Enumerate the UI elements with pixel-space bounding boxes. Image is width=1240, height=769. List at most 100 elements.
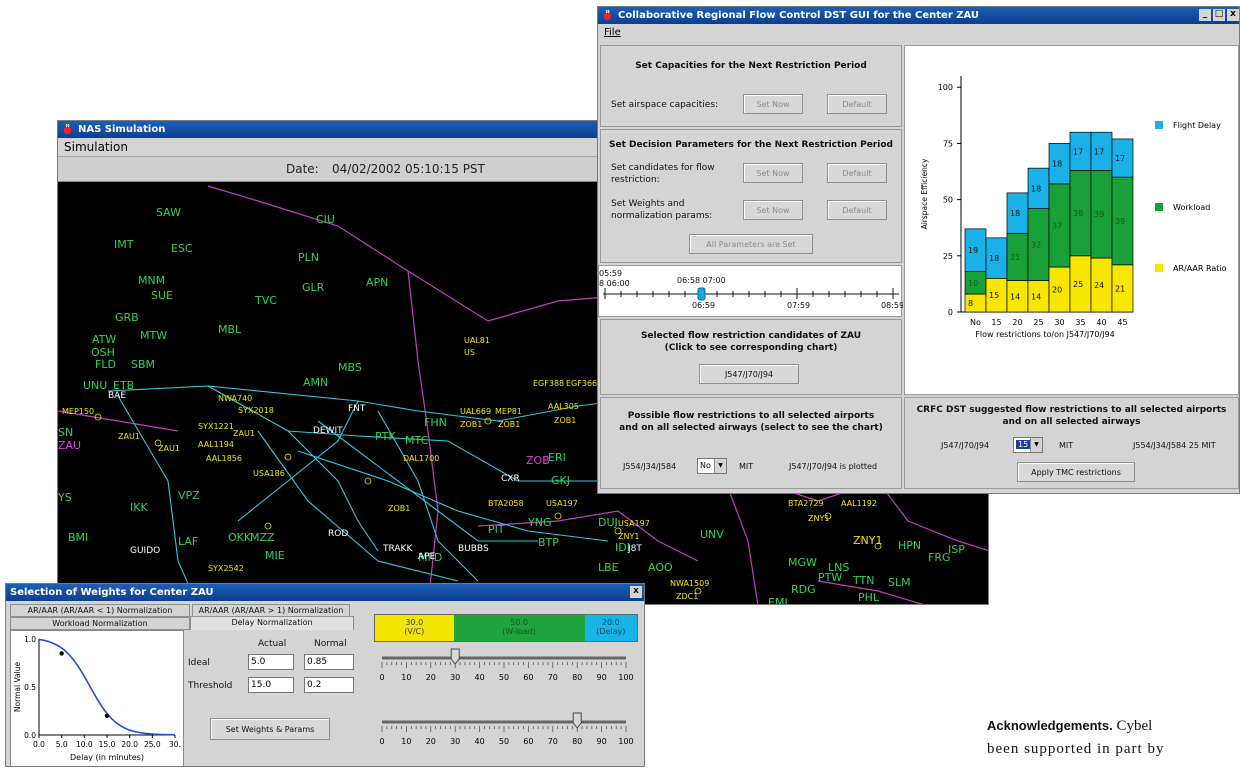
delay-normalization-curve[interactable]: 0.0 5.0 10.0 15.0 20.0 25.0 30. 1.0 0.5 0.0 Delay …	[11, 631, 183, 767]
svg-text:PHL: PHL	[858, 591, 880, 604]
svg-text:SYX1221: SYX1221	[198, 422, 234, 431]
slider-tick-label: 60	[523, 737, 533, 746]
slider-tick-label: 30	[450, 737, 460, 746]
slider-tick-label: 40	[475, 673, 485, 682]
curve-x-tick-label: 20.0	[121, 740, 138, 749]
minimize-button[interactable]: _	[1199, 9, 1211, 21]
tab-arar-lt1[interactable]: AR/AAR (AR/AAR < 1) Normalization	[10, 604, 190, 617]
close-icon[interactable]: x	[630, 586, 642, 598]
set-weights-button[interactable]: Set Weights & Params	[210, 718, 330, 740]
efficiency-bar-chart[interactable]: 0 25 50 75 100 8 10 19 No 15 18 15 14 21 18 20 14 32 18 25 2…	[905, 46, 1240, 396]
candidate-j547-button[interactable]: J547/J70/J94	[699, 364, 799, 384]
weight-delay-value: 20.0	[601, 618, 620, 627]
capacities-set-now-button[interactable]: Set Now	[743, 94, 803, 114]
slider-tick-label: 60	[523, 673, 533, 682]
close-button[interactable]: x	[1227, 9, 1239, 21]
dst-title-bar[interactable]: Collaborative Regional Flow Control DST …	[598, 7, 1239, 24]
legend-swatch-0	[1155, 121, 1163, 129]
weight-sliders[interactable]: 0 10 20 30 40 50 60 70 80 90 100 0 10 20 30 40 50 60 70 80 9…	[374, 646, 642, 764]
slider-tick-label: 20	[426, 673, 436, 682]
svg-text:NWA1509: NWA1509	[670, 579, 709, 588]
java-cup-icon	[64, 124, 71, 134]
slider-tick-label: 100	[618, 737, 633, 746]
weight-wload-label: (W-load)	[502, 627, 536, 636]
ideal-actual-input[interactable]: 5.0	[248, 654, 294, 670]
possible-mit-select[interactable]: No ▼	[697, 458, 727, 474]
dst-title: Collaborative Regional Flow Control DST …	[618, 10, 980, 21]
suggested-mit-select[interactable]: 15 ▼	[1013, 437, 1043, 453]
slider-tick-label: 70	[548, 737, 558, 746]
all-parameters-set-button[interactable]: All Parameters are Set	[689, 234, 813, 254]
svg-text:AMN: AMN	[303, 376, 328, 389]
normalization-curve-line	[38, 638, 175, 736]
svg-text:EGF366: EGF366	[566, 379, 597, 388]
tab-delay[interactable]: Delay Normalization	[190, 616, 354, 630]
y-tick-label-50: 50	[943, 196, 953, 205]
weights-title-bar[interactable]: Selection of Weights for Center ZAU x	[6, 584, 644, 601]
slider-tick-label: 10	[401, 737, 411, 746]
svg-text:YS: YS	[58, 491, 72, 504]
curve-x-label: Delay (in minutes)	[70, 753, 144, 762]
x-tick-label-30: 30	[1054, 318, 1064, 327]
svg-text:BMI: BMI	[68, 531, 88, 544]
svg-text:AAL1192: AAL1192	[841, 499, 877, 508]
slider-tick-label: 80	[572, 673, 582, 682]
curve-y-tick-label: 1.0	[24, 635, 36, 644]
ideal-normal-input[interactable]: 0.85	[304, 654, 354, 670]
weights-default-button[interactable]: Default	[827, 200, 887, 220]
timeline-label-2: 06:58 07:00	[677, 276, 726, 285]
capacities-default-button[interactable]: Default	[827, 94, 887, 114]
svg-text:DAL1700: DAL1700	[403, 454, 439, 463]
weights-window: Selection of Weights for Center ZAU x AR…	[5, 583, 645, 767]
candidates-set-now-button[interactable]: Set Now	[743, 163, 803, 183]
svg-text:MGW: MGW	[788, 556, 817, 569]
svg-text:MEP150: MEP150	[62, 407, 94, 416]
bar-value-label: 24	[1094, 281, 1104, 290]
svg-text:IKK: IKK	[130, 501, 148, 514]
svg-text:BUBBS: BUBBS	[458, 544, 489, 554]
slider-tick-label: 0	[379, 737, 384, 746]
bar-value-label: 39	[1115, 217, 1125, 226]
svg-text:TTN: TTN	[852, 574, 874, 587]
bar-value-label: 14	[1031, 292, 1041, 301]
timeline-label-5: 08:59	[881, 301, 903, 310]
svg-text:SYX2542: SYX2542	[208, 564, 244, 573]
svg-text:SN: SN	[58, 426, 73, 439]
svg-text:GKJ: GKJ	[551, 474, 570, 487]
acknowledgement-text1: Cybel	[1116, 718, 1153, 734]
apply-tmc-button[interactable]: Apply TMC restrictions	[1017, 462, 1135, 482]
slider-tick-label: 50	[499, 673, 509, 682]
normal-column-label: Normal	[314, 639, 347, 649]
svg-text:CXR: CXR	[501, 474, 520, 484]
svg-text:MBL: MBL	[218, 323, 242, 336]
curve-x-tick-label: 30.	[169, 740, 181, 749]
simulation-menu[interactable]: Simulation	[64, 140, 128, 154]
threshold-normal-input[interactable]: 0.2	[304, 677, 354, 693]
legend-swatch-1	[1155, 203, 1163, 211]
tab-workload[interactable]: Workload Normalization	[10, 617, 190, 630]
file-menu[interactable]: File	[604, 27, 621, 38]
possible-airway: J554/J34/J584	[623, 462, 677, 471]
legend-label-1: Workload	[1173, 203, 1210, 212]
date-value: 04/02/2002 05:10:15 PST	[332, 162, 485, 176]
slider-tick-label: 40	[475, 737, 485, 746]
candidates-label-b: restriction:	[611, 175, 660, 185]
svg-text:ROD: ROD	[328, 529, 348, 539]
timeline-ruler[interactable]: 05:59 8 06:00 06:58 07:00 06:59 07:59 08…	[599, 266, 904, 318]
weights-set-now-button[interactable]: Set Now	[743, 200, 803, 220]
svg-text:APE: APE	[418, 552, 436, 562]
actual-column-label: Actual	[258, 639, 287, 649]
weight-distribution-bar: 30.0 (V/C) 50.0 (W-load) 20.0 (Delay)	[374, 614, 638, 642]
svg-text:SYX2018: SYX2018	[238, 406, 274, 415]
candidates-default-button[interactable]: Default	[827, 163, 887, 183]
bar-value-label: 18	[989, 254, 999, 263]
maximize-button[interactable]: □	[1213, 9, 1225, 21]
threshold-actual-input[interactable]: 15.0	[248, 677, 294, 693]
date-label: Date:	[286, 162, 319, 176]
svg-text:MTW: MTW	[140, 329, 167, 342]
bar-value-label: 37	[1052, 221, 1062, 230]
weights-label-a: Set Weights and	[611, 199, 685, 209]
bar-value-label: 14	[1010, 292, 1020, 301]
svg-text:SBM: SBM	[131, 358, 155, 371]
curve-marker-0	[59, 651, 64, 656]
